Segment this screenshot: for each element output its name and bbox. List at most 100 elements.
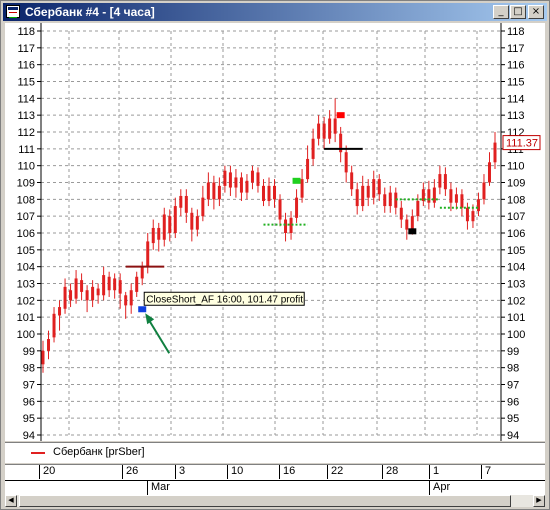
trade-tooltip: CloseShort_AF 16:00, 101.47 profit	[146, 294, 303, 305]
time-axis-day: 22	[327, 465, 382, 479]
candle-body	[261, 185, 265, 202]
candle-body	[328, 118, 332, 139]
scroll-right-icon[interactable]: ▶	[533, 495, 545, 507]
horizontal-scrollbar[interactable]: ◀ ▶	[5, 495, 545, 507]
y-tick-label-left: 100	[17, 329, 35, 341]
y-tick-label-left: 98	[23, 363, 35, 375]
legend-bar: Сбербанк [prSber]	[5, 442, 545, 463]
candle-body	[179, 195, 183, 208]
scroll-left-icon[interactable]: ◀	[5, 495, 17, 507]
chart-app-icon	[6, 5, 20, 18]
y-tick-label-left: 103	[17, 279, 35, 291]
candle-body	[113, 278, 117, 291]
candle-body	[311, 138, 315, 159]
candle-body	[118, 280, 122, 294]
candle-body	[201, 197, 205, 217]
close-button[interactable]: ×	[528, 5, 544, 19]
time-axis: 20 26 3 10 16 22 28 1 7 Mar Apr	[5, 464, 545, 495]
y-tick-label-right: 103	[507, 279, 525, 291]
y-tick-label-right: 109	[507, 178, 525, 190]
legend-series-label: Сбербанк [prSber]	[53, 446, 145, 458]
candle-body	[206, 182, 210, 200]
candle-body	[41, 350, 45, 365]
title-bar[interactable]: Сбербанк #4 - [4 часа] _ □ ×	[3, 3, 547, 21]
candle-body	[487, 162, 491, 183]
y-tick-label-left: 102	[17, 295, 35, 307]
scrollbar-thumb[interactable]	[19, 495, 511, 507]
candle-body	[239, 177, 243, 193]
candle-body	[465, 207, 469, 222]
time-axis-month: Mar	[147, 481, 429, 495]
candle-body	[399, 207, 403, 220]
candle-body	[250, 170, 254, 183]
candle-body	[493, 142, 497, 163]
candle-body	[383, 194, 387, 207]
candle-body	[129, 290, 133, 306]
candle-body	[432, 187, 436, 203]
candle-body	[388, 192, 392, 207]
candle-body	[443, 174, 447, 190]
candle-body	[80, 280, 84, 292]
time-axis-day: 1	[429, 465, 481, 479]
candle-body	[454, 194, 458, 203]
y-tick-label-right: 107	[507, 211, 525, 223]
trade-marker	[336, 112, 345, 119]
y-tick-label-left: 115	[17, 77, 35, 89]
window-title: Сбербанк #4 - [4 часа]	[25, 5, 155, 19]
time-axis-day: 10	[227, 465, 279, 479]
y-tick-label-left: 118	[17, 26, 35, 38]
candle-body	[96, 288, 100, 296]
y-tick-label-right: 102	[507, 295, 525, 307]
candle-body	[322, 123, 326, 139]
y-tick-label-left: 111	[18, 144, 35, 156]
candle-body	[427, 189, 431, 203]
restore-button[interactable]: □	[510, 5, 526, 19]
candle-body	[355, 189, 359, 207]
y-tick-label-left: 94	[23, 430, 35, 441]
candle-body	[58, 307, 62, 316]
y-tick-label-right: 98	[507, 363, 519, 375]
y-tick-label-right: 101	[507, 312, 525, 324]
y-tick-label-left: 110	[17, 161, 35, 173]
price-chart[interactable]: 94 94 95 95 96 96 97 97 98 98 99 99 100 100 101 101 102 1…	[5, 23, 545, 442]
minimize-button[interactable]: _	[493, 5, 509, 19]
y-tick-label-left: 96	[23, 396, 35, 408]
trade-marker	[138, 306, 147, 313]
y-tick-label-right: 106	[507, 228, 525, 240]
candle-body	[482, 182, 486, 200]
candle-body	[245, 180, 249, 193]
y-tick-label-left: 99	[23, 346, 35, 358]
candle-body	[102, 275, 106, 296]
y-tick-label-left: 101	[17, 312, 35, 324]
candle-body	[372, 179, 376, 198]
candle-body	[377, 179, 381, 195]
chart-window: Сбербанк #4 - [4 часа] _ □ × 94 94 95 95 96 9…	[0, 0, 550, 510]
candle-body	[157, 227, 161, 240]
y-tick-label-right: 108	[507, 194, 525, 206]
candle-body	[306, 158, 310, 180]
candle-body	[438, 174, 442, 188]
y-tick-label-left: 107	[17, 211, 35, 223]
y-tick-label-right: 100	[507, 329, 525, 341]
y-tick-label-right: 110	[507, 161, 525, 173]
candle-body	[228, 172, 232, 188]
candle-body	[217, 185, 221, 200]
candle-body	[69, 290, 73, 301]
trade-marker	[292, 177, 301, 184]
y-tick-label-left: 113	[17, 110, 35, 122]
y-tick-label-left: 109	[17, 178, 35, 190]
y-tick-label-left: 106	[17, 228, 35, 240]
trade-marker	[408, 228, 417, 235]
y-tick-label-left: 97	[23, 380, 35, 392]
legend-series-swatch	[31, 452, 45, 454]
y-tick-label-left: 117	[17, 43, 35, 55]
candle-body	[410, 216, 414, 230]
candle-body	[74, 278, 78, 299]
y-tick-label-right: 96	[507, 396, 519, 408]
y-tick-label-left: 95	[23, 413, 35, 425]
candle-body	[146, 241, 150, 267]
candle-body	[405, 219, 409, 230]
time-axis-months: Mar Apr	[5, 480, 545, 495]
time-axis-day: 26	[122, 465, 175, 479]
candle-body	[140, 266, 144, 279]
